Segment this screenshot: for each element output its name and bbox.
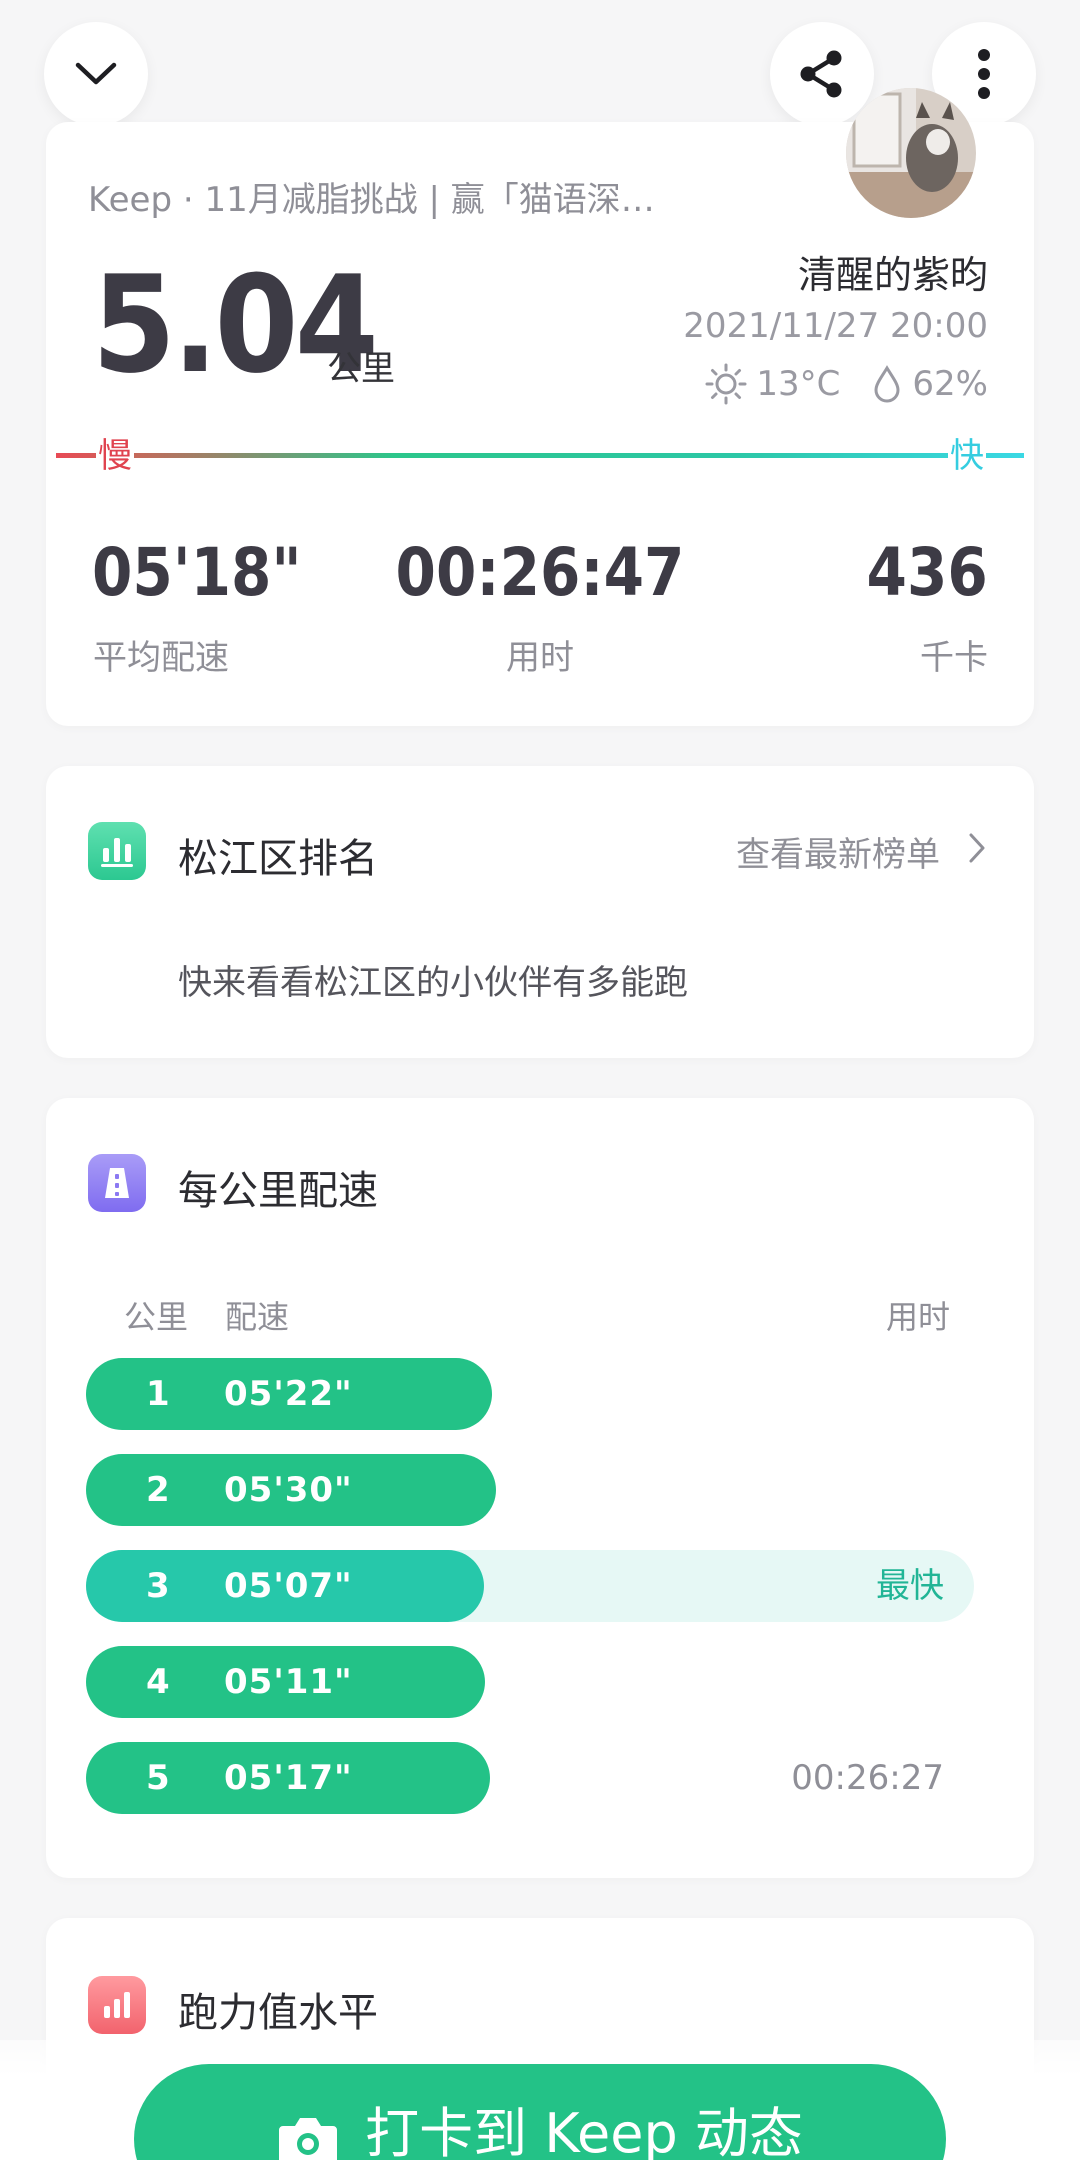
checkin-label: 打卡到 Keep 动态 [365,2102,803,2160]
username[interactable]: 清醒的紫昀 [798,244,988,299]
split-km: 4 [146,1662,170,1702]
split-row: 5 05'17" 00:26:27 [86,1742,986,1814]
sun-icon [705,363,747,405]
camera-icon [279,2118,338,2160]
ranking-description: 快来看看松江区的小伙伴有多能跑 [178,963,688,1003]
split-row: 4 05'11" [86,1646,986,1718]
duration-label: 用时 [506,638,574,678]
calories-value: 436 [866,534,988,611]
share-button[interactable] [770,22,874,126]
duration-value: 00:26:47 [395,534,685,611]
chevron-down-icon [75,62,117,85]
split-row: 2 05'30" [86,1454,986,1526]
split-pace-bar: 4 05'11" [86,1646,485,1718]
pace-splits-icon [88,1154,146,1212]
split-km: 1 [146,1374,170,1414]
col-time: 用时 [885,1298,950,1336]
avg-pace-label: 平均配速 [93,638,229,678]
fast-label: 快 [948,436,986,476]
distance-unit: 公里 [327,349,395,389]
col-pace: 配速 [225,1298,290,1336]
avg-pace-value: 05'18" [92,534,302,611]
humidity-drop-icon [874,365,900,403]
temperature-value: 13°C [756,364,841,404]
latest-leaderboard-link[interactable]: 查看最新榜单 [736,827,940,876]
collapse-button[interactable] [44,22,148,126]
split-km: 5 [146,1758,170,1798]
challenge-title[interactable]: Keep · 11月减脂挑战 | 赢「猫语深… [88,172,655,221]
running-power-title: 跑力值水平 [178,1990,378,2036]
splits-title: 每公里配速 [178,1168,378,1214]
col-km: 公里 [124,1298,189,1336]
split-pace-bar: 1 05'22" [86,1358,492,1430]
humidity-value: 62% [912,364,988,404]
split-row: 3 05'07" 最快 [86,1550,986,1622]
more-vertical-icon [978,49,990,99]
split-pace: 05'30" [224,1470,353,1510]
split-pace-bar: 5 05'17" [86,1742,490,1814]
split-time: 00:26:27 [791,1758,944,1798]
slow-label: 慢 [96,436,134,476]
split-km: 2 [146,1470,170,1510]
ranking-card[interactable] [46,766,1034,1058]
run-datetime: 2021/11/27 20:00 [683,306,988,346]
split-pace: 05'17" [224,1758,353,1798]
checkin-button[interactable]: 打卡到 Keep 动态 [134,2064,946,2160]
avatar[interactable] [846,88,976,218]
split-pace-bar: 3 05'07" [86,1550,484,1622]
ranking-title: 松江区排名 [178,836,378,882]
pace-gradient-line [56,453,1024,458]
chevron-right-icon[interactable] [968,832,986,864]
fastest-label: 最快 [876,1566,944,1606]
share-icon [800,50,842,98]
weather-info: 13°C 62% [704,362,988,406]
split-pace: 05'11" [224,1662,353,1702]
running-power-icon [88,1976,146,2034]
split-pace-bar: 2 05'30" [86,1454,496,1526]
split-pace: 05'07" [224,1566,353,1606]
split-km: 3 [146,1566,170,1606]
split-row: 1 05'22" [86,1358,986,1430]
ranking-chart-icon [88,822,146,880]
calories-label: 千卡 [920,638,988,678]
split-pace: 05'22" [224,1374,353,1414]
